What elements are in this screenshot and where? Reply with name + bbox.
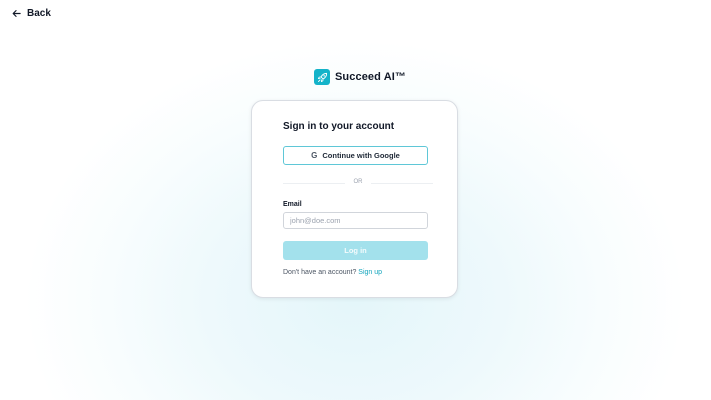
rocket-icon (314, 69, 330, 85)
back-label: Back (27, 8, 51, 19)
email-field[interactable] (283, 212, 428, 229)
divider-text: OR (353, 179, 363, 185)
continue-with-google-button[interactable]: G Continue with Google (283, 146, 428, 165)
email-label: Email (283, 201, 302, 208)
brand-name: Succeed AI™ (335, 71, 406, 83)
brand: Succeed AI™ (314, 69, 406, 85)
page-title: Sign in to your account (283, 121, 395, 132)
signup-prompt: Don't have an account? (283, 269, 357, 276)
back-button[interactable]: Back (12, 8, 51, 19)
divider-line-right (371, 183, 433, 184)
login-card: Sign in to your account G Continue with … (251, 100, 458, 298)
google-button-label: Continue with Google (322, 151, 400, 160)
log-in-button[interactable]: Log in (283, 241, 428, 260)
or-divider: OR (283, 178, 433, 188)
sign-up-link[interactable]: Sign up (358, 269, 382, 276)
arrow-left-icon (12, 10, 21, 17)
signup-row: Don't have an account? Sign up (283, 269, 382, 276)
google-g-icon: G (311, 150, 318, 160)
